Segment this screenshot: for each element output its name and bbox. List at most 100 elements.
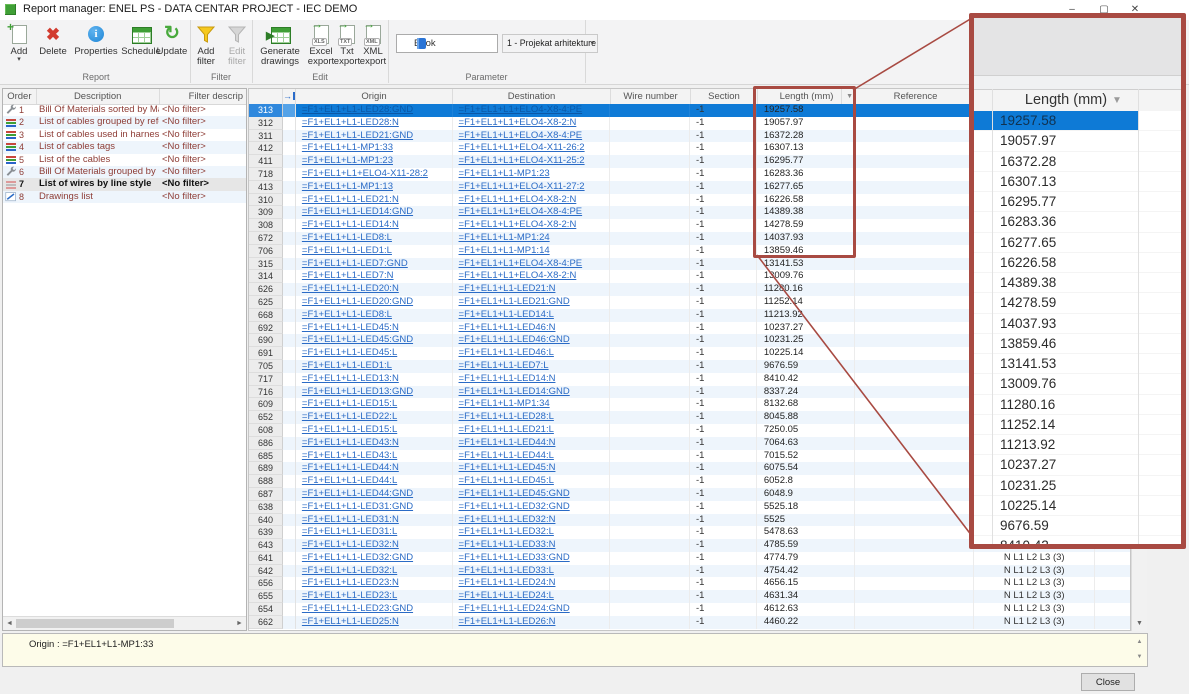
- destination-link[interactable]: =F1+EL1+L1-LED45:N: [459, 462, 556, 473]
- scrollbar-thumb[interactable]: [16, 619, 174, 628]
- destination-link[interactable]: =F1+EL1+L1-LED24:L: [459, 590, 554, 601]
- report-list-horizontal-scrollbar[interactable]: ◄ ►: [3, 616, 246, 630]
- origin-link[interactable]: =F1+EL1+L1-LED7:N: [302, 270, 394, 281]
- origin-link[interactable]: =F1+EL1+L1-LED7:GND: [302, 258, 408, 269]
- destination-link[interactable]: =F1+EL1+L1-LED32:N: [459, 514, 556, 525]
- destination-link[interactable]: =F1+EL1+L1-MP1:14: [459, 245, 550, 256]
- origin-link[interactable]: =F1+EL1+L1-LED14:GND: [302, 206, 413, 217]
- row-number-cell[interactable]: 654: [249, 603, 283, 616]
- destination-link[interactable]: =F1+EL1+L1-LED33:GND: [459, 552, 570, 563]
- scroll-right-icon[interactable]: ►: [233, 617, 246, 630]
- destination-link[interactable]: =F1+EL1+L1-LED46:GND: [459, 334, 570, 345]
- destination-link[interactable]: =F1+EL1+L1-MP1:24: [459, 232, 550, 243]
- destination-link[interactable]: =F1+EL1+L1+ELO4-X11-27:2: [459, 181, 585, 192]
- destination-link[interactable]: =F1+EL1+L1+ELO4-X8-2:N: [459, 117, 577, 128]
- row-number-cell[interactable]: 309: [249, 206, 283, 219]
- destination-link[interactable]: =F1+EL1+L1+ELO4-X8-2:N: [459, 219, 577, 230]
- origin-link[interactable]: =F1+EL1+L1-LED21:GND: [302, 130, 413, 141]
- table-row[interactable]: 662=F1+EL1+L1-LED25:N=F1+EL1+L1-LED26:N-…: [249, 616, 1130, 629]
- scroll-left-icon[interactable]: ◄: [3, 617, 16, 630]
- destination-link[interactable]: =F1+EL1+L1-LED32:L: [459, 526, 554, 537]
- column-header-reference[interactable]: Reference: [856, 89, 976, 104]
- origin-link[interactable]: =F1+EL1+L1-LED13:GND: [302, 386, 413, 397]
- column-header-order[interactable]: Order: [3, 89, 37, 104]
- row-number-cell[interactable]: 643: [249, 539, 283, 552]
- row-number-cell[interactable]: 717: [249, 373, 283, 386]
- origin-link[interactable]: =F1+EL1+L1-LED1:L: [302, 245, 392, 256]
- destination-link[interactable]: =F1+EL1+L1-MP1:34: [459, 398, 550, 409]
- row-number-cell[interactable]: 688: [249, 475, 283, 488]
- origin-link[interactable]: =F1+EL1+L1-LED20:GND: [302, 296, 413, 307]
- origin-link[interactable]: =F1+EL1+L1-LED44:GND: [302, 488, 413, 499]
- origin-link[interactable]: =F1+EL1+L1-LED31:N: [302, 514, 399, 525]
- destination-link[interactable]: =F1+EL1+L1-LED24:N: [459, 577, 556, 588]
- destination-link[interactable]: =F1+EL1+L1-MP1:23: [459, 168, 550, 179]
- row-number-cell[interactable]: 609: [249, 398, 283, 411]
- origin-link[interactable]: =F1+EL1+L1-LED20:N: [302, 283, 399, 294]
- origin-link[interactable]: =F1+EL1+L1-LED31:L: [302, 526, 397, 537]
- destination-link[interactable]: =F1+EL1+L1-LED21:L: [459, 424, 554, 435]
- origin-link[interactable]: =F1+EL1+L1+ELO4-X11-28:2: [302, 168, 428, 179]
- origin-link[interactable]: =F1+EL1+L1-LED1:L: [302, 360, 392, 371]
- destination-link[interactable]: =F1+EL1+L1-LED45:L: [459, 475, 554, 486]
- row-number-cell[interactable]: 690: [249, 334, 283, 347]
- origin-link[interactable]: =F1+EL1+L1-LED22:L: [302, 411, 397, 422]
- origin-link[interactable]: =F1+EL1+L1-LED25:N: [302, 616, 399, 627]
- row-number-cell[interactable]: 686: [249, 437, 283, 450]
- table-row[interactable]: 654 =F1+EL1+L1-LED23:GND =F1+EL1+L1-LED24:…: [249, 603, 1130, 616]
- destination-link[interactable]: =F1+EL1+L1+ELO4-X8-4:PE: [459, 130, 583, 141]
- row-number-cell[interactable]: 672: [249, 232, 283, 245]
- row-number-cell[interactable]: 685: [249, 450, 283, 463]
- column-header-destination[interactable]: Destination: [453, 89, 611, 104]
- origin-link[interactable]: =F1+EL1+L1-LED31:GND: [302, 501, 413, 512]
- destination-link[interactable]: =F1+EL1+L1+ELO4-X11-25:2: [459, 155, 585, 166]
- row-number-cell[interactable]: 716: [249, 386, 283, 399]
- destination-link[interactable]: =F1+EL1+L1-LED33:L: [459, 565, 554, 576]
- destination-link[interactable]: =F1+EL1+L1-LED28:L: [459, 411, 554, 422]
- destination-link[interactable]: =F1+EL1+L1-LED14:N: [459, 373, 556, 384]
- origin-link[interactable]: =F1+EL1+L1-LED43:L: [302, 450, 397, 461]
- row-number-cell[interactable]: 311: [249, 130, 283, 143]
- origin-link[interactable]: =F1+EL1+L1-LED32:L: [302, 565, 397, 576]
- status-scroll-up-icon[interactable]: ▲: [1134, 637, 1145, 648]
- row-number-cell[interactable]: 413: [249, 181, 283, 194]
- row-number-cell[interactable]: 662: [249, 616, 283, 629]
- report-list-item[interactable]: 3List of cables used in harness<No filte…: [3, 129, 246, 141]
- row-number-cell[interactable]: 692: [249, 322, 283, 335]
- close-button[interactable]: Close: [1081, 673, 1135, 691]
- column-header-description[interactable]: Description: [37, 89, 160, 104]
- origin-link[interactable]: =F1+EL1+L1-LED45:N: [302, 322, 399, 333]
- row-number-cell[interactable]: 668: [249, 309, 283, 322]
- book-select[interactable]: 1 - Projekat arhitekture ▾: [502, 34, 598, 53]
- properties-button[interactable]: i Properties: [72, 23, 120, 73]
- origin-link[interactable]: =F1+EL1+L1-LED32:GND: [302, 552, 413, 563]
- report-list-item[interactable]: 2List of cables grouped by reference<No …: [3, 116, 246, 128]
- row-number-cell[interactable]: 314: [249, 270, 283, 283]
- row-number-cell[interactable]: 687: [249, 488, 283, 501]
- destination-link[interactable]: =F1+EL1+L1+ELO4-X8-4:PE: [459, 258, 583, 269]
- origin-link[interactable]: =F1+EL1+L1-LED23:GND: [302, 603, 413, 614]
- add-filter-button[interactable]: Add filter: [190, 23, 222, 73]
- origin-link[interactable]: =F1+EL1+L1-MP1:13: [302, 181, 393, 192]
- destination-link[interactable]: =F1+EL1+L1-LED14:GND: [459, 386, 570, 397]
- row-number-cell[interactable]: 411: [249, 155, 283, 168]
- row-number-cell[interactable]: 706: [249, 245, 283, 258]
- destination-link[interactable]: =F1+EL1+L1-LED33:N: [459, 539, 556, 550]
- destination-link[interactable]: =F1+EL1+L1-LED44:L: [459, 450, 554, 461]
- row-number-cell[interactable]: 656: [249, 577, 283, 590]
- row-number-cell[interactable]: 315: [249, 258, 283, 271]
- scroll-down-icon[interactable]: ▼: [1132, 617, 1147, 631]
- table-row[interactable]: 655=F1+EL1+L1-LED23:L=F1+EL1+L1-LED24:L-…: [249, 590, 1130, 603]
- row-number-cell[interactable]: 691: [249, 347, 283, 360]
- row-number-cell[interactable]: 310: [249, 194, 283, 207]
- report-list-item[interactable]: 1Bill Of Materials sorted by Mark<No fil…: [3, 104, 246, 116]
- origin-link[interactable]: =F1+EL1+L1-LED21:N: [302, 194, 399, 205]
- destination-link[interactable]: =F1+EL1+L1-LED24:GND: [459, 603, 570, 614]
- book-field[interactable]: Book: [396, 34, 498, 53]
- destination-link[interactable]: =F1+EL1+L1-LED14:L: [459, 309, 554, 320]
- report-list-item[interactable]: 8Drawings list<No filter>: [3, 191, 246, 203]
- xml-export-button[interactable]: →XML XML export: [358, 23, 388, 73]
- origin-link[interactable]: =F1+EL1+L1-LED14:N: [302, 219, 399, 230]
- table-row[interactable]: 642=F1+EL1+L1-LED32:L=F1+EL1+L1-LED33:L-…: [249, 565, 1130, 578]
- row-number-cell[interactable]: 705: [249, 360, 283, 373]
